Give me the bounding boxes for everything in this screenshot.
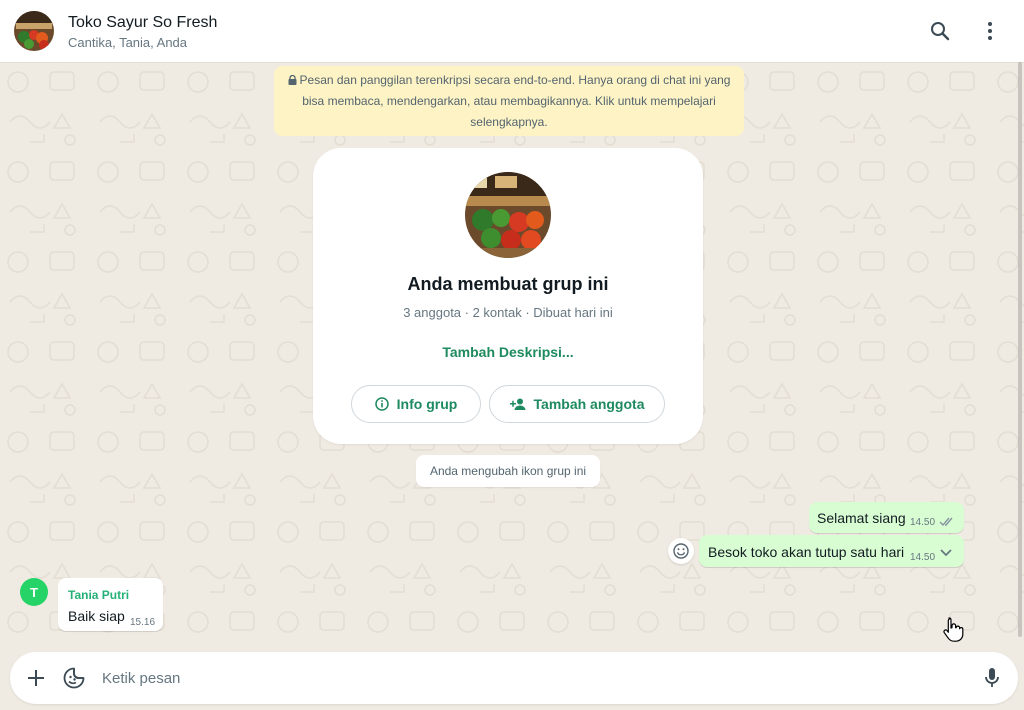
outgoing-message[interactable]: Selamat siang 14.50 <box>809 502 964 533</box>
encryption-notice-text: Pesan dan panggilan terenkripsi secara e… <box>299 73 731 129</box>
message-composer <box>10 652 1018 704</box>
sender-avatar[interactable]: T <box>20 578 48 606</box>
group-info-label: Info grup <box>396 396 458 412</box>
chat-title[interactable]: Toko Sayur So Fresh <box>68 13 217 33</box>
chat-header[interactable]: Toko Sayur So Fresh Cantika, Tania, Anda <box>0 0 1024 62</box>
group-created-card: Anda membuat grup ini 3 anggota · 2 kont… <box>313 148 703 444</box>
encryption-notice[interactable]: Pesan dan panggilan terenkripsi secara e… <box>274 66 744 136</box>
incoming-message[interactable]: Tania Putri Baik siap 15.16 <box>58 578 163 631</box>
hand-cursor-icon <box>943 617 964 642</box>
microphone-icon[interactable] <box>980 666 1004 690</box>
add-member-button[interactable]: Tambah anggota <box>489 385 665 423</box>
double-check-icon <box>939 517 953 527</box>
group-card-meta: 3 anggota · 2 kontak · Dibuat hari ini <box>403 305 613 320</box>
emoji-reaction-button[interactable] <box>668 538 694 564</box>
message-text: Besok toko akan tutup satu hari <box>708 544 905 560</box>
kebab-menu-icon[interactable] <box>978 19 1002 43</box>
message-time: 14.50 <box>910 552 936 563</box>
chat-members: Cantika, Tania, Anda <box>68 34 188 50</box>
sender-name[interactable]: Tania Putri <box>68 588 129 602</box>
message-options-chevron-icon[interactable] <box>939 548 953 558</box>
message-list[interactable]: Pesan dan panggilan terenkripsi secara e… <box>0 62 1024 652</box>
message-time: 14.50 <box>910 517 936 528</box>
message-text: Baik siap <box>68 608 125 624</box>
outgoing-message[interactable]: Besok toko akan tutup satu hari 14.50 <box>699 535 964 567</box>
system-message: Anda mengubah ikon grup ini <box>416 455 600 487</box>
plus-icon[interactable] <box>24 666 48 690</box>
message-time: 15.16 <box>130 617 156 628</box>
message-text: Selamat siang <box>817 510 906 526</box>
scrollbar[interactable] <box>1018 62 1022 637</box>
message-input[interactable] <box>102 669 980 687</box>
add-description-link[interactable]: Tambah Deskripsi... <box>313 344 703 360</box>
smiley-icon <box>673 543 689 559</box>
info-icon <box>374 397 389 411</box>
group-avatar[interactable] <box>14 11 54 51</box>
search-icon[interactable] <box>928 19 952 43</box>
add-person-icon <box>509 398 526 410</box>
add-member-label: Tambah anggota <box>533 396 645 412</box>
sticker-icon[interactable] <box>62 666 86 690</box>
composer-area <box>0 652 1024 710</box>
lock-icon <box>288 74 297 85</box>
group-info-button[interactable]: Info grup <box>351 385 481 423</box>
group-card-title: Anda membuat grup ini <box>407 274 609 294</box>
group-avatar-large[interactable] <box>465 172 551 258</box>
